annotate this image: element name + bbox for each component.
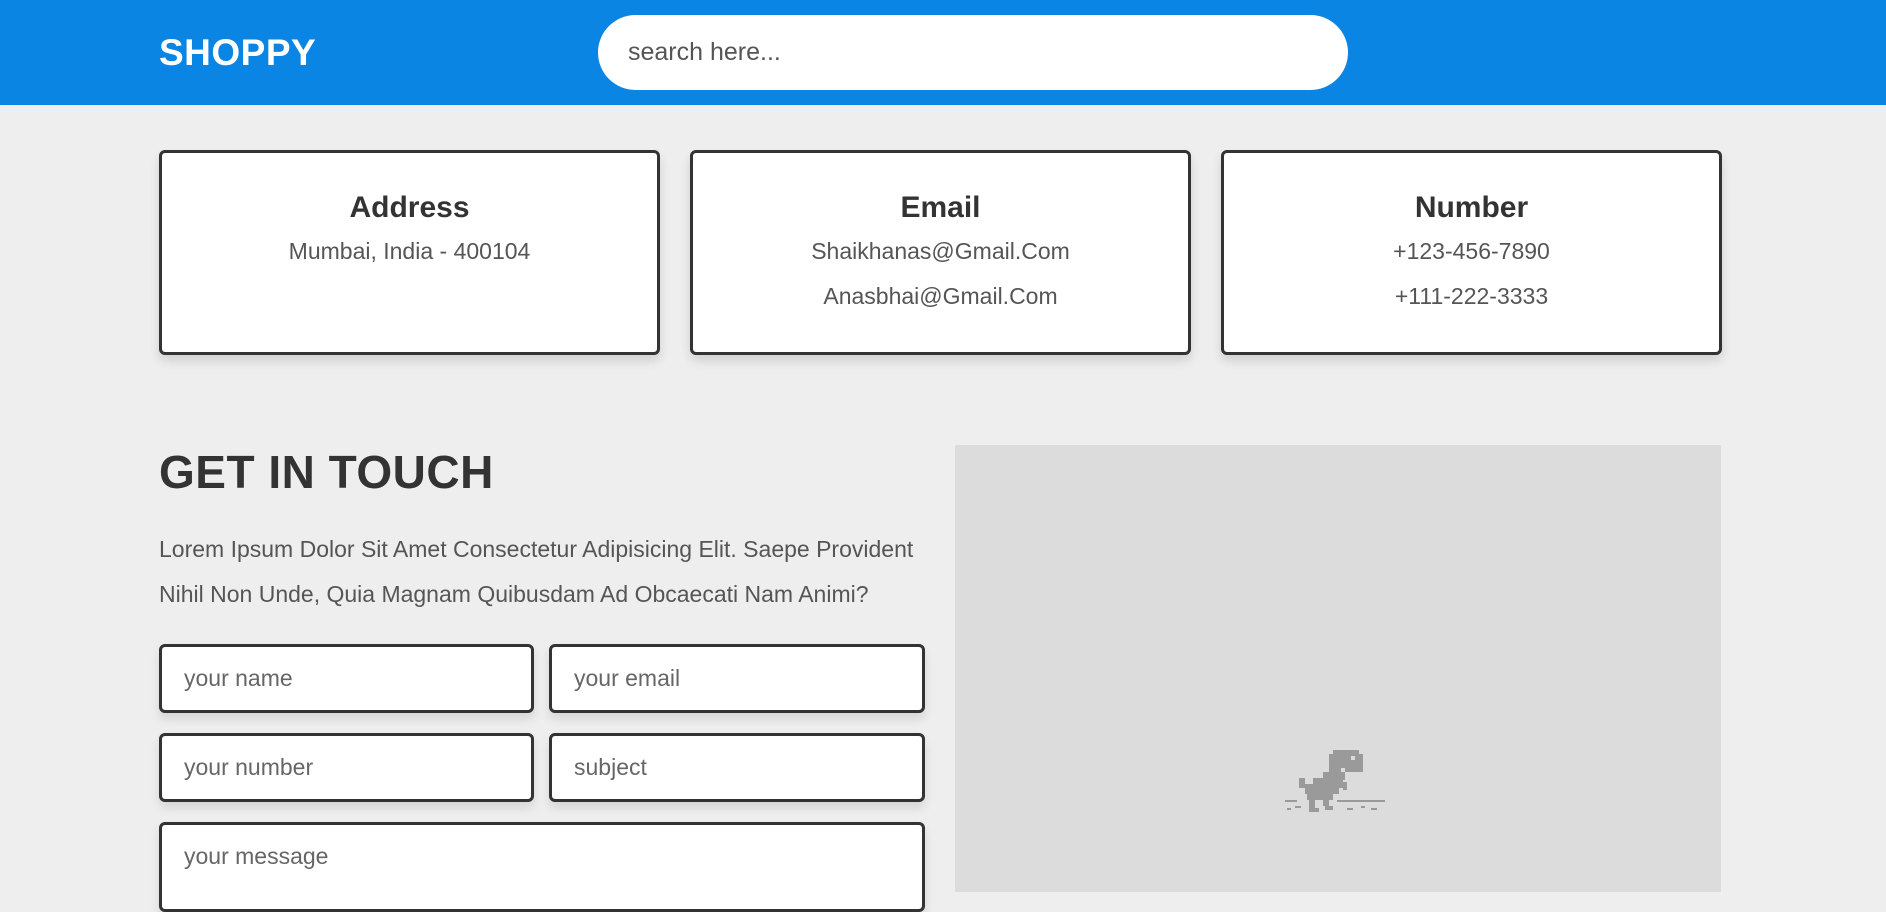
phone-line-1: +123-456-7890 [1393, 238, 1550, 264]
name-field[interactable] [159, 644, 534, 713]
number-card: Number +123-456-7890 +111-222-3333 [1221, 150, 1722, 355]
email-card: Email Shaikhanas@Gmail.Com Anasbhai@Gmai… [690, 150, 1191, 355]
message-field[interactable] [159, 822, 925, 912]
address-card-title: Address [349, 191, 470, 224]
address-line: Mumbai, India - 400104 [288, 238, 531, 264]
number-card-title: Number [1414, 191, 1529, 224]
offline-dino-icon [1285, 750, 1385, 812]
email-field[interactable] [549, 644, 925, 713]
email-line-2: Anasbhai@Gmail.Com [823, 283, 1058, 309]
address-card: Address Mumbai, India - 400104 [159, 150, 660, 355]
contact-form-description: Lorem Ipsum Dolor Sit Amet Consectetur A… [159, 536, 914, 607]
email-card-title: Email [900, 191, 981, 224]
subject-field[interactable] [549, 733, 925, 802]
number-field[interactable] [159, 733, 534, 802]
search-input[interactable] [598, 15, 1348, 90]
contact-form-title: GET IN TOUCH [159, 446, 494, 498]
site-logo[interactable]: SHOPPY [159, 32, 316, 74]
email-line-1: Shaikhanas@Gmail.Com [811, 238, 1070, 264]
map-embed[interactable] [955, 445, 1721, 892]
phone-line-2: +111-222-3333 [1394, 283, 1549, 309]
site-header: SHOPPY [0, 0, 1886, 105]
